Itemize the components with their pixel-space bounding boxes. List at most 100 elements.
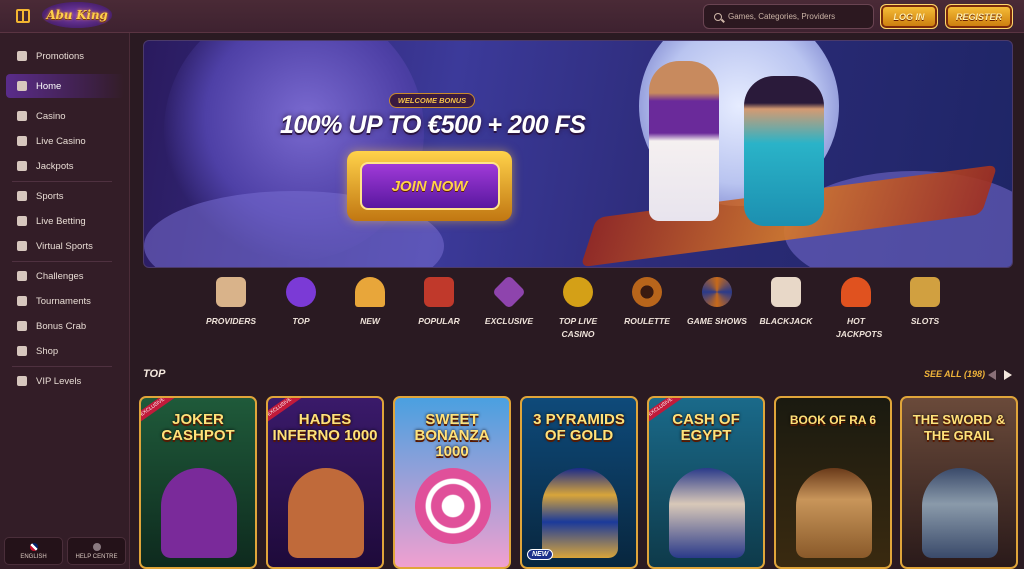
wheel-icon (702, 277, 732, 307)
sidebar-item-label: Jackpots (36, 160, 74, 172)
explorer-art (796, 468, 872, 558)
gem-icon (492, 275, 526, 309)
roulette-icon (632, 277, 662, 307)
sidebar-item-label: Live Betting (36, 215, 86, 227)
game-title: 3 PYRAMIDS OF GOLD (533, 411, 625, 444)
category-label: GAME SHOWS (687, 316, 747, 326)
slot-icon (910, 277, 940, 307)
category-providers[interactable]: PROVIDERS (196, 277, 266, 328)
sidebar-item-challenges[interactable]: Challenges (6, 264, 124, 288)
carousel-prev-icon[interactable] (988, 370, 996, 380)
category-label: HOT JACKPOTS (836, 316, 883, 339)
sidebar-item-label: Home (36, 80, 62, 92)
welcome-bonus-label: WELCOME BONUS (397, 96, 467, 105)
sidebar-item-label: Live Casino (36, 135, 86, 147)
sidebar-toggle-icon[interactable] (16, 9, 30, 23)
login-button[interactable]: LOG IN (880, 4, 938, 29)
game-title: SWEET BONANZA 1000 (414, 411, 490, 460)
carousel-next-icon[interactable] (1004, 370, 1012, 380)
join-now-button[interactable]: JOIN NOW (347, 151, 512, 221)
sidebar-item-promotions[interactable]: Promotions (6, 44, 124, 68)
sidebar-item-label: Shop (36, 345, 59, 357)
game-title: CASH OF EGYPT (672, 411, 740, 444)
category-top[interactable]: TOP (266, 277, 336, 328)
category-top-live-casino[interactable]: TOP LIVE CASINO (543, 277, 613, 341)
sidebar-divider (12, 366, 112, 367)
knight-art (922, 468, 998, 558)
star-icon (286, 277, 316, 307)
scroll-icon (216, 277, 246, 307)
lollipop-art (415, 468, 491, 544)
category-new[interactable]: NEW (335, 277, 405, 328)
game-card-hades-inferno[interactable]: EXCLUSIVE HADES INFERNO 1000 (266, 396, 384, 569)
help-centre-button[interactable]: HELP CENTRE (67, 537, 126, 565)
flame-lamp-icon (841, 277, 871, 307)
welcome-banner[interactable]: WELCOME BONUS 100% UP TO €500 + 200 FS J… (143, 40, 1013, 268)
sidebar-divider (12, 261, 112, 262)
category-label: BLACKJACK (759, 316, 813, 326)
category-label: ROULETTE (624, 316, 670, 326)
sidebar-item-jackpots[interactable]: Jackpots (6, 154, 124, 178)
sidebar-item-label: Sports (36, 190, 64, 202)
sidebar-item-tournaments[interactable]: Tournaments (6, 289, 124, 313)
medal-icon (17, 271, 27, 281)
diamond-icon (17, 376, 27, 386)
help-label: HELP CENTRE (75, 553, 118, 560)
category-label: EXCLUSIVE (484, 316, 534, 326)
sidebar-item-casino[interactable]: Casino (6, 104, 124, 128)
logo-text: Abu King (46, 8, 108, 22)
site-logo[interactable]: Abu King (42, 2, 112, 28)
game-card-joker-cashpot[interactable]: EXCLUSIVE JOKER CASHPOT (139, 396, 257, 569)
sidebar-item-vip-levels[interactable]: VIP Levels (6, 369, 124, 393)
game-title: JOKER CASHPOT (161, 411, 235, 444)
search-box[interactable] (703, 4, 874, 29)
jackpot-icon (17, 161, 27, 171)
see-all-link[interactable]: SEE ALL (198) (924, 369, 985, 379)
register-button[interactable]: REGISTER (945, 4, 1013, 29)
virtual-sports-icon (17, 241, 27, 251)
slot-machine-icon (17, 111, 27, 121)
sidebar-item-label: Tournaments (36, 295, 91, 307)
language-label: ENGLISH (20, 553, 47, 560)
sidebar-item-live-betting[interactable]: Live Betting (6, 209, 124, 233)
category-blackjack[interactable]: BLACKJACK (751, 277, 821, 328)
magic-lamp-icon (355, 277, 385, 307)
category-label: TOP LIVE CASINO (558, 316, 598, 339)
language-button[interactable]: ENGLISH (4, 537, 63, 565)
crab-icon (17, 321, 27, 331)
game-card-3-pyramids-of-gold[interactable]: 3 PYRAMIDS OF GOLD NEW (520, 396, 638, 569)
search-input[interactable] (728, 12, 868, 21)
sidebar-item-label: Challenges (36, 270, 84, 282)
sidebar-item-label: Virtual Sports (36, 240, 93, 252)
pharaoh-art (542, 468, 618, 558)
live-betting-icon (17, 216, 27, 226)
sidebar-item-home[interactable]: Home (6, 74, 124, 98)
game-card-cash-of-egypt[interactable]: EXCLUSIVE CASH OF EGYPT (647, 396, 765, 569)
sidebar-item-shop[interactable]: Shop (6, 339, 124, 363)
game-character-art (288, 468, 364, 558)
cleopatra-art (669, 468, 745, 558)
help-icon (92, 542, 101, 551)
category-popular[interactable]: POPULAR (404, 277, 474, 328)
sidebar-item-bonus-crab[interactable]: Bonus Crab (6, 314, 124, 338)
category-hot-jackpots[interactable]: HOT JACKPOTS (821, 277, 891, 341)
uk-flag-icon (29, 542, 38, 551)
category-slots[interactable]: SLOTS (890, 277, 960, 328)
shop-icon (17, 346, 27, 356)
sidebar-item-virtual-sports[interactable]: Virtual Sports (6, 234, 124, 258)
game-card-sweet-bonanza[interactable]: SWEET BONANZA 1000 (393, 396, 511, 569)
sidebar-item-sports[interactable]: Sports (6, 184, 124, 208)
category-game-shows[interactable]: GAME SHOWS (682, 277, 752, 328)
banner-headline: 100% UP TO €500 + 200 FS (280, 111, 586, 139)
section-title-top: TOP (143, 368, 166, 380)
category-exclusive[interactable]: EXCLUSIVE (474, 275, 544, 328)
sidebar-item-live-casino[interactable]: Live Casino (6, 129, 124, 153)
search-icon (714, 12, 722, 21)
join-now-label: JOIN NOW (391, 177, 468, 195)
game-card-book-of-ra-6[interactable]: BOOK OF RA 6 (774, 396, 892, 569)
game-card-sword-and-grail[interactable]: THE SWORD & THE GRAIL (900, 396, 1018, 569)
home-icon (17, 81, 27, 91)
category-roulette[interactable]: ROULETTE (612, 277, 682, 328)
sidebar-divider (12, 181, 112, 182)
category-label: SLOTS (910, 316, 940, 326)
